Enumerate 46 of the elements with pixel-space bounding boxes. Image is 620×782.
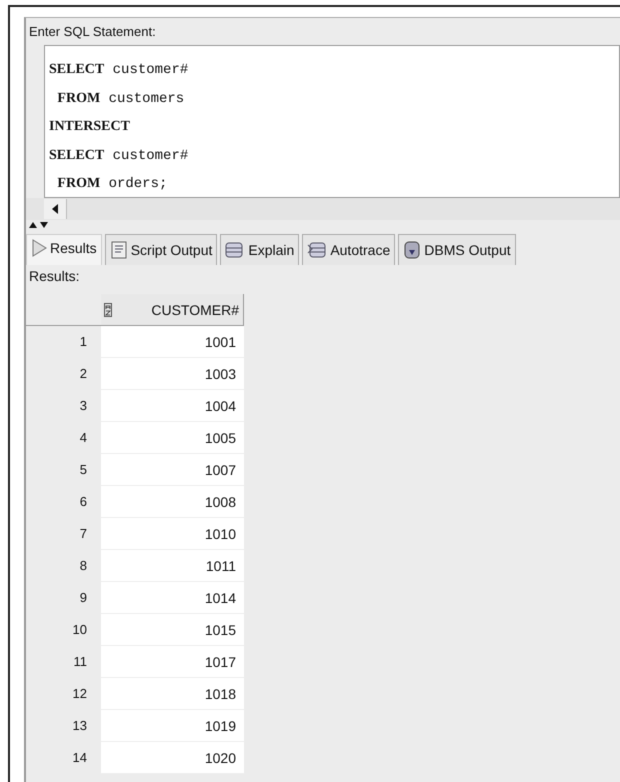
tab[interactable]: Script Output xyxy=(104,234,218,265)
table-cell: 1020 xyxy=(101,742,244,774)
play-icon xyxy=(31,239,47,257)
database-icon xyxy=(307,241,328,259)
table-cell: 1005 xyxy=(101,422,244,454)
row-number: 3 xyxy=(78,397,88,415)
table-cell: 1015 xyxy=(101,614,244,646)
table-cell: 1004 xyxy=(101,390,244,422)
database-icon xyxy=(225,241,246,259)
tab[interactable]: DBMS Output xyxy=(398,234,516,265)
row-number: 7 xyxy=(78,525,88,543)
database-icon xyxy=(403,241,422,259)
row-number: 12 xyxy=(72,685,88,703)
table-cell: 1007 xyxy=(101,454,244,486)
document-icon xyxy=(110,241,128,259)
row-number: 13 xyxy=(72,717,88,735)
table-cell: 1003 xyxy=(101,358,244,390)
row-number: 11 xyxy=(72,653,88,671)
column-header[interactable]: CUSTOMER# xyxy=(101,294,244,326)
row-number: 10 xyxy=(72,621,88,639)
editor-label: Enter SQL Statement: xyxy=(28,23,157,41)
splitter-arrows-icon[interactable] xyxy=(28,221,50,229)
row-number: 1 xyxy=(78,333,88,351)
table-cell: 1010 xyxy=(101,518,244,550)
sql-editor[interactable]: SELECT customer# FROM customers INTERSECT SELECT customer# FROM orders; xyxy=(44,45,620,198)
table-cell: 1014 xyxy=(101,582,244,614)
tab[interactable]: Results xyxy=(26,234,102,265)
table-cell: 1011 xyxy=(101,550,244,582)
table-cell: 1018 xyxy=(101,678,244,710)
table-cell: 1001 xyxy=(101,326,244,358)
scroll-left-button[interactable] xyxy=(44,199,67,219)
row-number: 9 xyxy=(78,589,88,607)
row-number: 6 xyxy=(78,493,88,511)
left-arrow-icon xyxy=(52,204,58,214)
row-number: 8 xyxy=(78,557,88,575)
row-number: 4 xyxy=(78,429,88,447)
row-number: 14 xyxy=(72,749,88,767)
table-cell: 1017 xyxy=(101,646,244,678)
table-cell: 1019 xyxy=(101,710,244,742)
tab[interactable]: Explain xyxy=(220,234,300,265)
results-label: Results: xyxy=(28,267,81,286)
tab[interactable]: Autotrace xyxy=(302,234,396,265)
row-number: 2 xyxy=(78,365,88,383)
row-number: 5 xyxy=(78,461,88,479)
sort-icon xyxy=(104,302,112,316)
table-cell: 1008 xyxy=(101,486,244,518)
